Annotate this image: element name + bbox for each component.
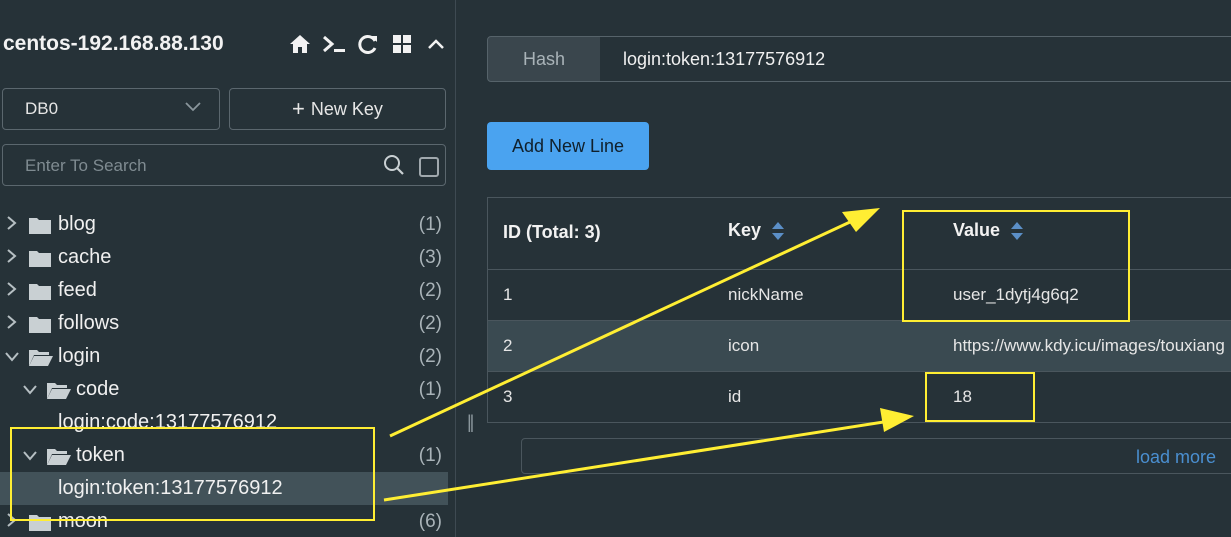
load-more-link[interactable]: load more xyxy=(1136,447,1216,468)
search-box xyxy=(2,144,446,186)
tree-folder[interactable]: moon (6) xyxy=(0,505,448,537)
resize-handle[interactable]: || xyxy=(467,412,475,433)
folder-icon xyxy=(28,512,52,532)
tree-label: blog xyxy=(58,213,96,235)
tree-label: login:token:13177576912 xyxy=(58,477,283,499)
search-icon[interactable] xyxy=(383,154,405,176)
tree-count: (2) xyxy=(418,279,442,301)
refresh-icon[interactable] xyxy=(356,32,380,56)
chevron-down-icon xyxy=(185,99,201,117)
terminal-icon[interactable] xyxy=(322,32,346,56)
tree-key[interactable]: login:token:13177576912 xyxy=(0,472,448,505)
grid-icon[interactable] xyxy=(390,32,414,56)
tree-count: (1) xyxy=(418,213,442,235)
column-header-id-label: ID (Total: 3) xyxy=(503,222,601,242)
connection-title: centos-192.168.88.130 xyxy=(3,32,224,55)
folder-open-icon xyxy=(46,446,71,466)
chevron-right-icon[interactable] xyxy=(4,513,20,530)
tree-folder[interactable]: follows (2) xyxy=(0,307,448,340)
db-select[interactable]: DB0 xyxy=(2,88,220,130)
column-header-key-label: Key xyxy=(728,220,762,240)
folder-open-icon xyxy=(46,380,71,400)
tree-count: (3) xyxy=(418,246,442,268)
table-row[interactable]: 2 icon https://www.kdy.icu/images/touxia… xyxy=(488,321,1231,372)
plus-icon: + xyxy=(292,96,305,121)
chevron-down-icon[interactable] xyxy=(22,382,38,398)
tree-count: (1) xyxy=(418,378,442,400)
tree-label: code xyxy=(76,378,120,400)
new-key-button[interactable]: + New Key xyxy=(229,88,446,130)
tree-folder[interactable]: blog (1) xyxy=(0,208,448,241)
tree-count: (1) xyxy=(418,444,442,466)
new-key-label: New Key xyxy=(310,98,383,119)
row-id: 1 xyxy=(503,285,513,304)
key-type-tag: Hash xyxy=(487,36,601,82)
row-value: https://www.kdy.icu/images/touxiang xyxy=(953,336,1225,355)
tree-key[interactable]: login:code:13177576912 xyxy=(0,406,448,439)
sidebar: centos-192.168.88.130 DB0 + New Key Ente… xyxy=(0,0,456,537)
row-id: 3 xyxy=(503,387,513,406)
tree-label: follows xyxy=(58,312,120,334)
exact-search-checkbox[interactable] xyxy=(419,157,439,177)
tree-count: (2) xyxy=(418,312,442,334)
tree-label: login:code:13177576912 xyxy=(58,411,278,433)
table-row[interactable]: 3 id 18 xyxy=(488,372,1231,422)
chevron-right-icon[interactable] xyxy=(4,315,20,332)
chevron-right-icon[interactable] xyxy=(4,282,20,299)
folder-icon xyxy=(28,248,52,268)
tree-folder[interactable]: feed (2) xyxy=(0,274,448,307)
row-key: id xyxy=(728,387,742,406)
tree-count: (2) xyxy=(418,345,442,367)
sort-icon[interactable] xyxy=(771,221,785,241)
tree-label: token xyxy=(76,444,125,466)
column-header-id: ID (Total: 3) xyxy=(503,222,601,243)
sort-icon[interactable] xyxy=(1010,221,1024,241)
row-value: 18 xyxy=(953,387,972,406)
folder-icon xyxy=(28,314,52,334)
table-header: ID (Total: 3) Key Value xyxy=(488,198,1231,270)
row-key: nickName xyxy=(728,285,804,304)
table-row[interactable]: 1 nickName user_1dytj4g6q2 xyxy=(488,270,1231,321)
hash-table: ID (Total: 3) Key Value 1 nickName user_… xyxy=(487,197,1231,423)
chevron-down-icon[interactable] xyxy=(22,448,38,464)
tree-folder[interactable]: token (1) xyxy=(0,439,448,472)
tree-label: login xyxy=(58,345,101,367)
key-name-value: login:token:13177576912 xyxy=(623,48,826,69)
search-input[interactable] xyxy=(25,155,365,177)
column-header-value-label: Value xyxy=(953,220,1001,240)
tree-label: cache xyxy=(58,246,112,268)
key-name-field[interactable]: login:token:13177576912 xyxy=(600,36,1231,82)
chevron-up-icon[interactable] xyxy=(424,32,448,56)
db-select-value: DB0 xyxy=(25,99,59,118)
column-header-key[interactable]: Key xyxy=(728,220,785,241)
home-icon[interactable] xyxy=(288,32,312,56)
tree-folder[interactable]: code (1) xyxy=(0,373,448,406)
tree-folder[interactable]: login (2) xyxy=(0,340,448,373)
chevron-right-icon[interactable] xyxy=(4,216,20,233)
add-new-line-button[interactable]: Add New Line xyxy=(487,122,649,170)
tree-label: moon xyxy=(58,510,109,532)
row-key: icon xyxy=(728,336,760,355)
column-header-value[interactable]: Value xyxy=(953,220,1024,241)
tree-label: feed xyxy=(58,279,97,301)
connection-toolbar xyxy=(288,32,448,56)
folder-open-icon xyxy=(28,347,53,367)
folder-icon xyxy=(28,215,52,235)
tree-folder[interactable]: cache (3) xyxy=(0,241,448,274)
row-value: user_1dytj4g6q2 xyxy=(953,285,1079,304)
row-id: 2 xyxy=(503,336,513,355)
chevron-right-icon[interactable] xyxy=(4,249,20,266)
chevron-down-icon[interactable] xyxy=(4,349,20,365)
folder-icon xyxy=(28,281,52,301)
load-more-bar: load more xyxy=(521,438,1231,474)
tree-count: (6) xyxy=(418,510,442,532)
key-detail-panel: Hash login:token:13177576912 Add New Lin… xyxy=(457,0,1231,537)
